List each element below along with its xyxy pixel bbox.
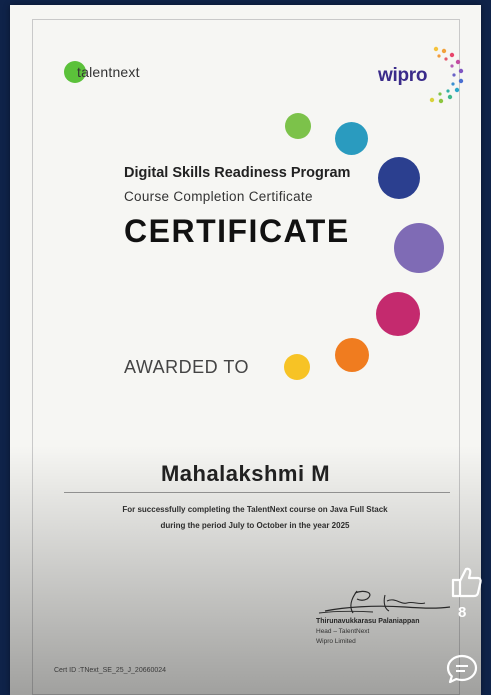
decorative-dot-teal — [335, 122, 368, 155]
like-thumbs-up-icon[interactable] — [448, 564, 484, 600]
certificate-image: talentnext wipro Digital Skills Readines… — [10, 5, 481, 695]
decorative-dot-purple — [394, 223, 444, 273]
decorative-dot-yellow — [284, 354, 310, 380]
talentnext-logo-text: talentnext — [77, 64, 140, 80]
description-line-1: For successfully completing the TalentNe… — [122, 505, 388, 514]
certificate-title: CERTIFICATE — [124, 213, 350, 249]
image-viewer: talentnext wipro Digital Skills Readines… — [0, 0, 491, 695]
certificate-id: Cert ID :TNext_SE_25_J_20660024 — [54, 667, 167, 674]
comment-icon[interactable] — [445, 652, 479, 686]
decorative-dot-navy — [378, 157, 420, 199]
wipro-logo-text: wipro — [378, 65, 428, 86]
decorative-dot-orange — [335, 338, 369, 372]
like-count: 8 — [458, 604, 467, 621]
talentnext-logo: talentnext — [64, 61, 140, 83]
signatory-title: Head – TalentNext — [316, 628, 370, 635]
completion-description: For successfully completing the TalentNe… — [50, 502, 460, 534]
name-underline — [64, 492, 450, 493]
wipro-logo: wipro — [370, 41, 470, 113]
recipient-name: Mahalakshmi M — [160, 461, 331, 486]
program-name: Digital Skills Readiness Program — [124, 165, 351, 181]
awarded-to-label: AWARDED TO — [124, 357, 250, 377]
signatory-name: Thirunavukkarasu Palaniappan — [316, 618, 420, 625]
certificate-subtitle: Course Completion Certificate — [124, 189, 313, 204]
decorative-dot-green — [285, 113, 311, 139]
signature-image — [318, 590, 451, 614]
signatory-organization: Wipro Limited — [316, 638, 356, 645]
description-line-2: during the period July to October in the… — [160, 521, 350, 530]
decorative-dot-magenta — [376, 292, 420, 336]
